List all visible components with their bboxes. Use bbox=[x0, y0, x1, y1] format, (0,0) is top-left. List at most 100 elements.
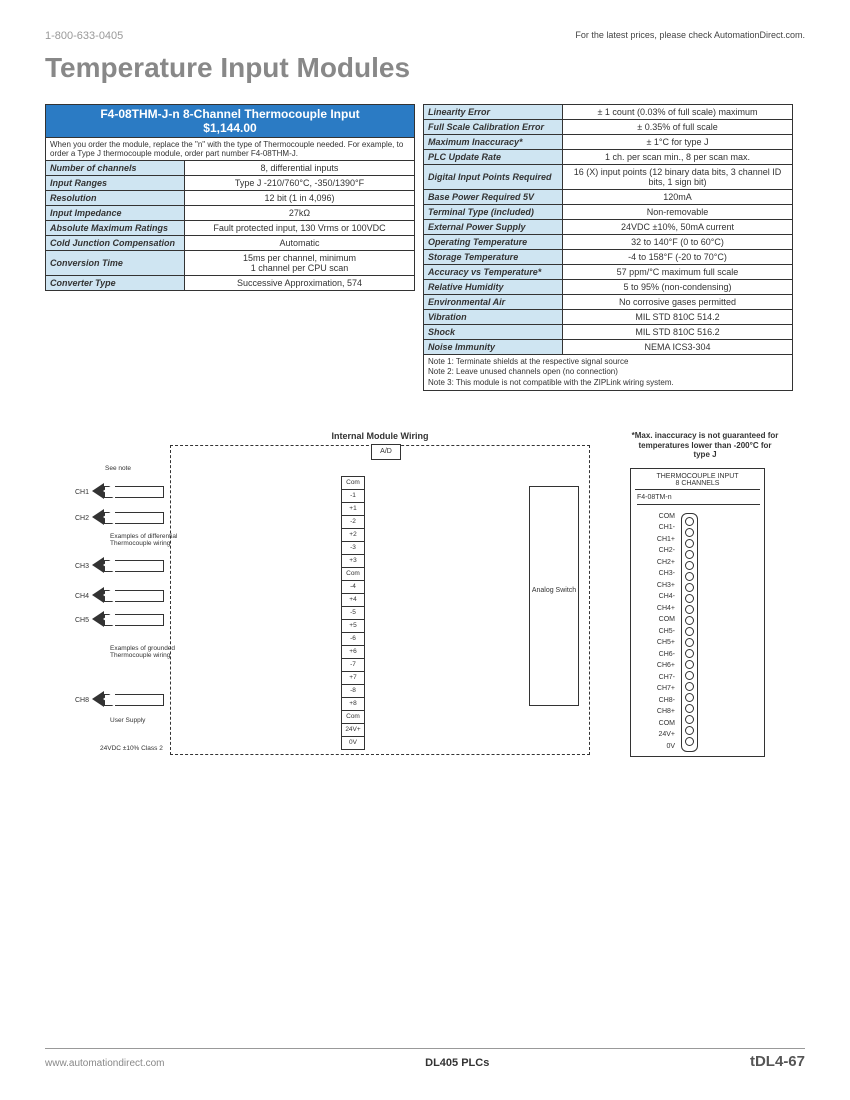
terminal: 0V bbox=[341, 736, 365, 750]
spec-value: 8, differential inputs bbox=[185, 161, 415, 176]
spec-label: Resolution bbox=[46, 191, 185, 206]
gnd-wiring-note: Examples of grounded Thermocouple wiring bbox=[110, 645, 210, 659]
pin-dot bbox=[685, 605, 694, 614]
footer-page: tDL4-67 bbox=[750, 1053, 805, 1070]
ch-label: CH1 bbox=[75, 489, 89, 496]
spec-label: Accuracy vs Temperature* bbox=[424, 265, 563, 280]
pin-label: CH1+ bbox=[645, 534, 675, 546]
spec-label: External Power Supply bbox=[424, 220, 563, 235]
pin-dot bbox=[685, 627, 694, 636]
pin-dot bbox=[685, 539, 694, 548]
pin-dot bbox=[685, 704, 694, 713]
terminal: -1 bbox=[341, 489, 365, 503]
diff-wiring-note: Examples of differential Thermocouple wi… bbox=[110, 533, 210, 547]
pin-label: COM bbox=[645, 511, 675, 523]
spec-table-left: F4-08THM-J-n 8-Channel Thermocouple Inpu… bbox=[45, 104, 415, 291]
spec-value: 15ms per channel, minimum 1 channel per … bbox=[185, 251, 415, 276]
pin-dot bbox=[685, 726, 694, 735]
module-price: $1,144.00 bbox=[50, 121, 410, 135]
pin-label: CH5- bbox=[645, 626, 675, 638]
spec-label: Digital Input Points Required bbox=[424, 165, 563, 190]
spec-label: Input Impedance bbox=[46, 206, 185, 221]
pin-label: 24V+ bbox=[645, 729, 675, 741]
terminal: +4 bbox=[341, 593, 365, 607]
pin-dot bbox=[685, 638, 694, 647]
spec-value: 24VDC ±10%, 50mA current bbox=[563, 220, 793, 235]
pin-label: CH6+ bbox=[645, 660, 675, 672]
spec-label: Input Ranges bbox=[46, 176, 185, 191]
spec-value: Fault protected input, 130 Vrms or 100VD… bbox=[185, 221, 415, 236]
pin-dot bbox=[685, 528, 694, 537]
footer-series: DL405 PLCs bbox=[425, 1057, 489, 1069]
spec-value: ± 1°C for type J bbox=[563, 135, 793, 150]
spec-label: Number of channels bbox=[46, 161, 185, 176]
supply-spec: 24VDC ±10% Class 2 bbox=[100, 745, 200, 752]
pin-label: CH6- bbox=[645, 649, 675, 661]
spec-value: 16 (X) input points (12 binary data bits… bbox=[563, 165, 793, 190]
spec-value: Type J -210/760°C, -350/1390°F bbox=[185, 176, 415, 191]
ch-label: CH4 bbox=[75, 593, 89, 600]
spec-label: Noise Immunity bbox=[424, 340, 563, 355]
terminal: Com bbox=[341, 476, 365, 490]
spec-value: 1 ch. per scan min., 8 per scan max. bbox=[563, 150, 793, 165]
spec-value: Successive Approximation, 574 bbox=[185, 276, 415, 291]
spec-label: Cold Junction Compensation bbox=[46, 236, 185, 251]
pin-label: CH7- bbox=[645, 672, 675, 684]
analog-switch-box: Analog Switch bbox=[529, 486, 579, 706]
terminal: -7 bbox=[341, 658, 365, 672]
pin-dot bbox=[685, 550, 694, 559]
spec-value: ± 1 count (0.03% of full scale) maximum bbox=[563, 105, 793, 120]
ch-label: CH5 bbox=[75, 617, 89, 624]
pin-dot bbox=[685, 594, 694, 603]
pin-dot bbox=[685, 693, 694, 702]
pin-dot bbox=[685, 649, 694, 658]
terminal: +7 bbox=[341, 671, 365, 685]
spec-value: -4 to 158°F (-20 to 70°C) bbox=[563, 250, 793, 265]
spec-label: Environmental Air bbox=[424, 295, 563, 310]
phone-number: 1-800-633-0405 bbox=[45, 30, 123, 42]
pin-dot bbox=[685, 572, 694, 581]
pin-dot bbox=[685, 561, 694, 570]
ch-label: CH3 bbox=[75, 563, 89, 570]
spec-label: Shock bbox=[424, 325, 563, 340]
spec-value: Non-removable bbox=[563, 205, 793, 220]
spec-label: Maximum Inaccuracy* bbox=[424, 135, 563, 150]
inaccuracy-note: *Max. inaccuracy is not guaranteed for t… bbox=[630, 431, 780, 460]
terminal: -8 bbox=[341, 684, 365, 698]
pin-dot bbox=[685, 660, 694, 669]
spec-label: Converter Type bbox=[46, 276, 185, 291]
module-terminal-panel: THERMOCOUPLE INPUT 8 CHANNELS F4-08TM-n … bbox=[630, 468, 765, 758]
terminal: -2 bbox=[341, 515, 365, 529]
spec-value: 32 to 140°F (0 to 60°C) bbox=[563, 235, 793, 250]
pin-dot bbox=[685, 682, 694, 691]
terminal: +5 bbox=[341, 619, 365, 633]
terminal: -3 bbox=[341, 541, 365, 555]
spec-value: 12 bit (1 in 4,096) bbox=[185, 191, 415, 206]
footer-url: www.automationdirect.com bbox=[45, 1058, 165, 1069]
pin-label: CH2- bbox=[645, 545, 675, 557]
pin-label: CH7+ bbox=[645, 683, 675, 695]
pin-dot bbox=[685, 517, 694, 526]
terminal: -5 bbox=[341, 606, 365, 620]
spec-label: Linearity Error bbox=[424, 105, 563, 120]
pin-label: CH8+ bbox=[645, 706, 675, 718]
see-note: See note bbox=[105, 465, 205, 472]
pin-dot bbox=[685, 737, 694, 746]
pin-label: COM bbox=[645, 718, 675, 730]
spec-value: MIL STD 810C 514.2 bbox=[563, 310, 793, 325]
spec-value: 57 ppm/°C maximum full scale bbox=[563, 265, 793, 280]
pin-dot bbox=[685, 616, 694, 625]
spec-value: No corrosive gases permitted bbox=[563, 295, 793, 310]
spec-value: MIL STD 810C 516.2 bbox=[563, 325, 793, 340]
module-name: F4-08THM-J-n 8-Channel Thermocouple Inpu… bbox=[50, 107, 410, 121]
spec-value: NEMA ICS3-304 bbox=[563, 340, 793, 355]
user-supply-label: User Supply bbox=[110, 717, 210, 724]
pin-label: CH5+ bbox=[645, 637, 675, 649]
terminal: +3 bbox=[341, 554, 365, 568]
pin-label: CH4- bbox=[645, 591, 675, 603]
spec-label: Absolute Maximum Ratings bbox=[46, 221, 185, 236]
spec-label: Conversion Time bbox=[46, 251, 185, 276]
terminal: Com bbox=[341, 710, 365, 724]
spec-label: Full Scale Calibration Error bbox=[424, 120, 563, 135]
wiring-title: Internal Module Wiring bbox=[170, 431, 590, 441]
